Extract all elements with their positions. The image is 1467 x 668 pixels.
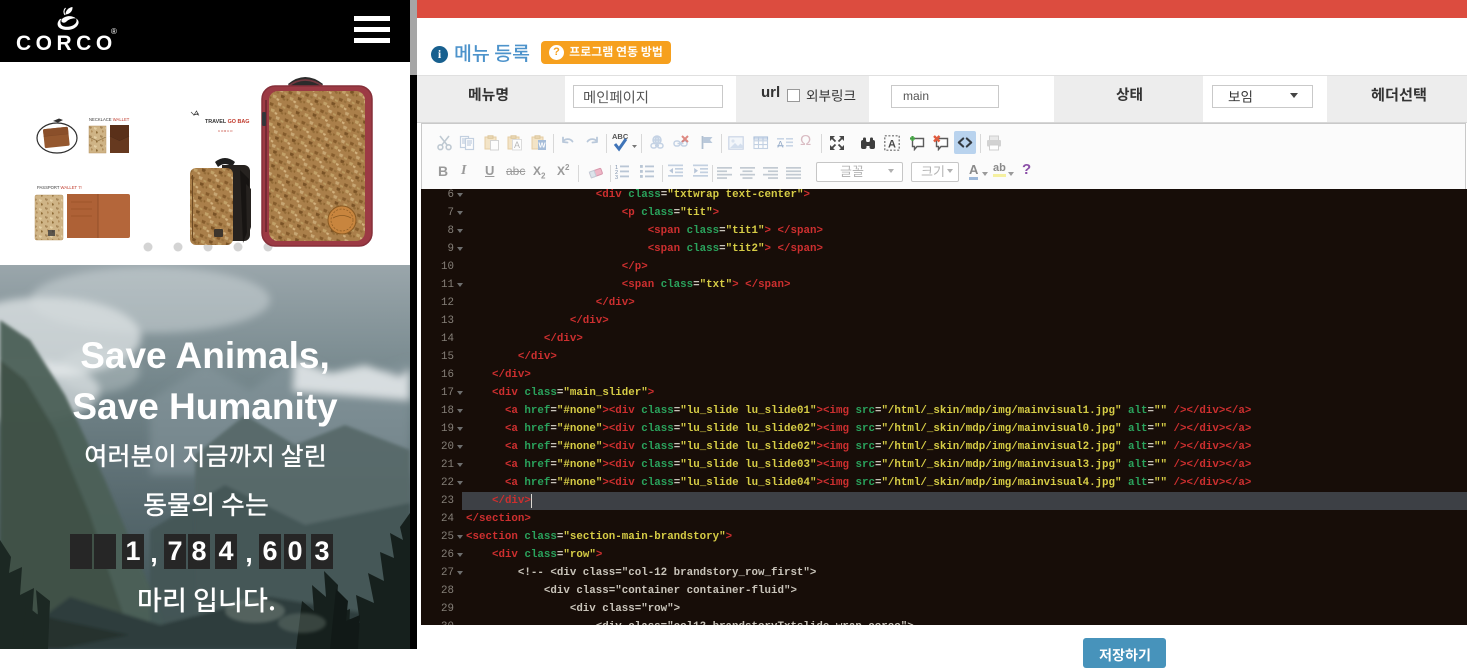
- svg-text:W: W: [538, 141, 546, 150]
- svg-text:TRAVEL GO BAG: TRAVEL GO BAG: [205, 119, 249, 125]
- svg-text:PASSPORT WALLET 7!: PASSPORT WALLET 7!: [37, 185, 82, 190]
- svg-text:C O R C O: C O R C O: [218, 129, 233, 133]
- svg-text:3: 3: [615, 175, 618, 179]
- svg-text:A: A: [777, 140, 783, 150]
- svg-text:A: A: [888, 138, 896, 150]
- svg-text:NECKLACE WALLET: NECKLACE WALLET: [89, 117, 130, 122]
- svg-text:A: A: [514, 140, 520, 150]
